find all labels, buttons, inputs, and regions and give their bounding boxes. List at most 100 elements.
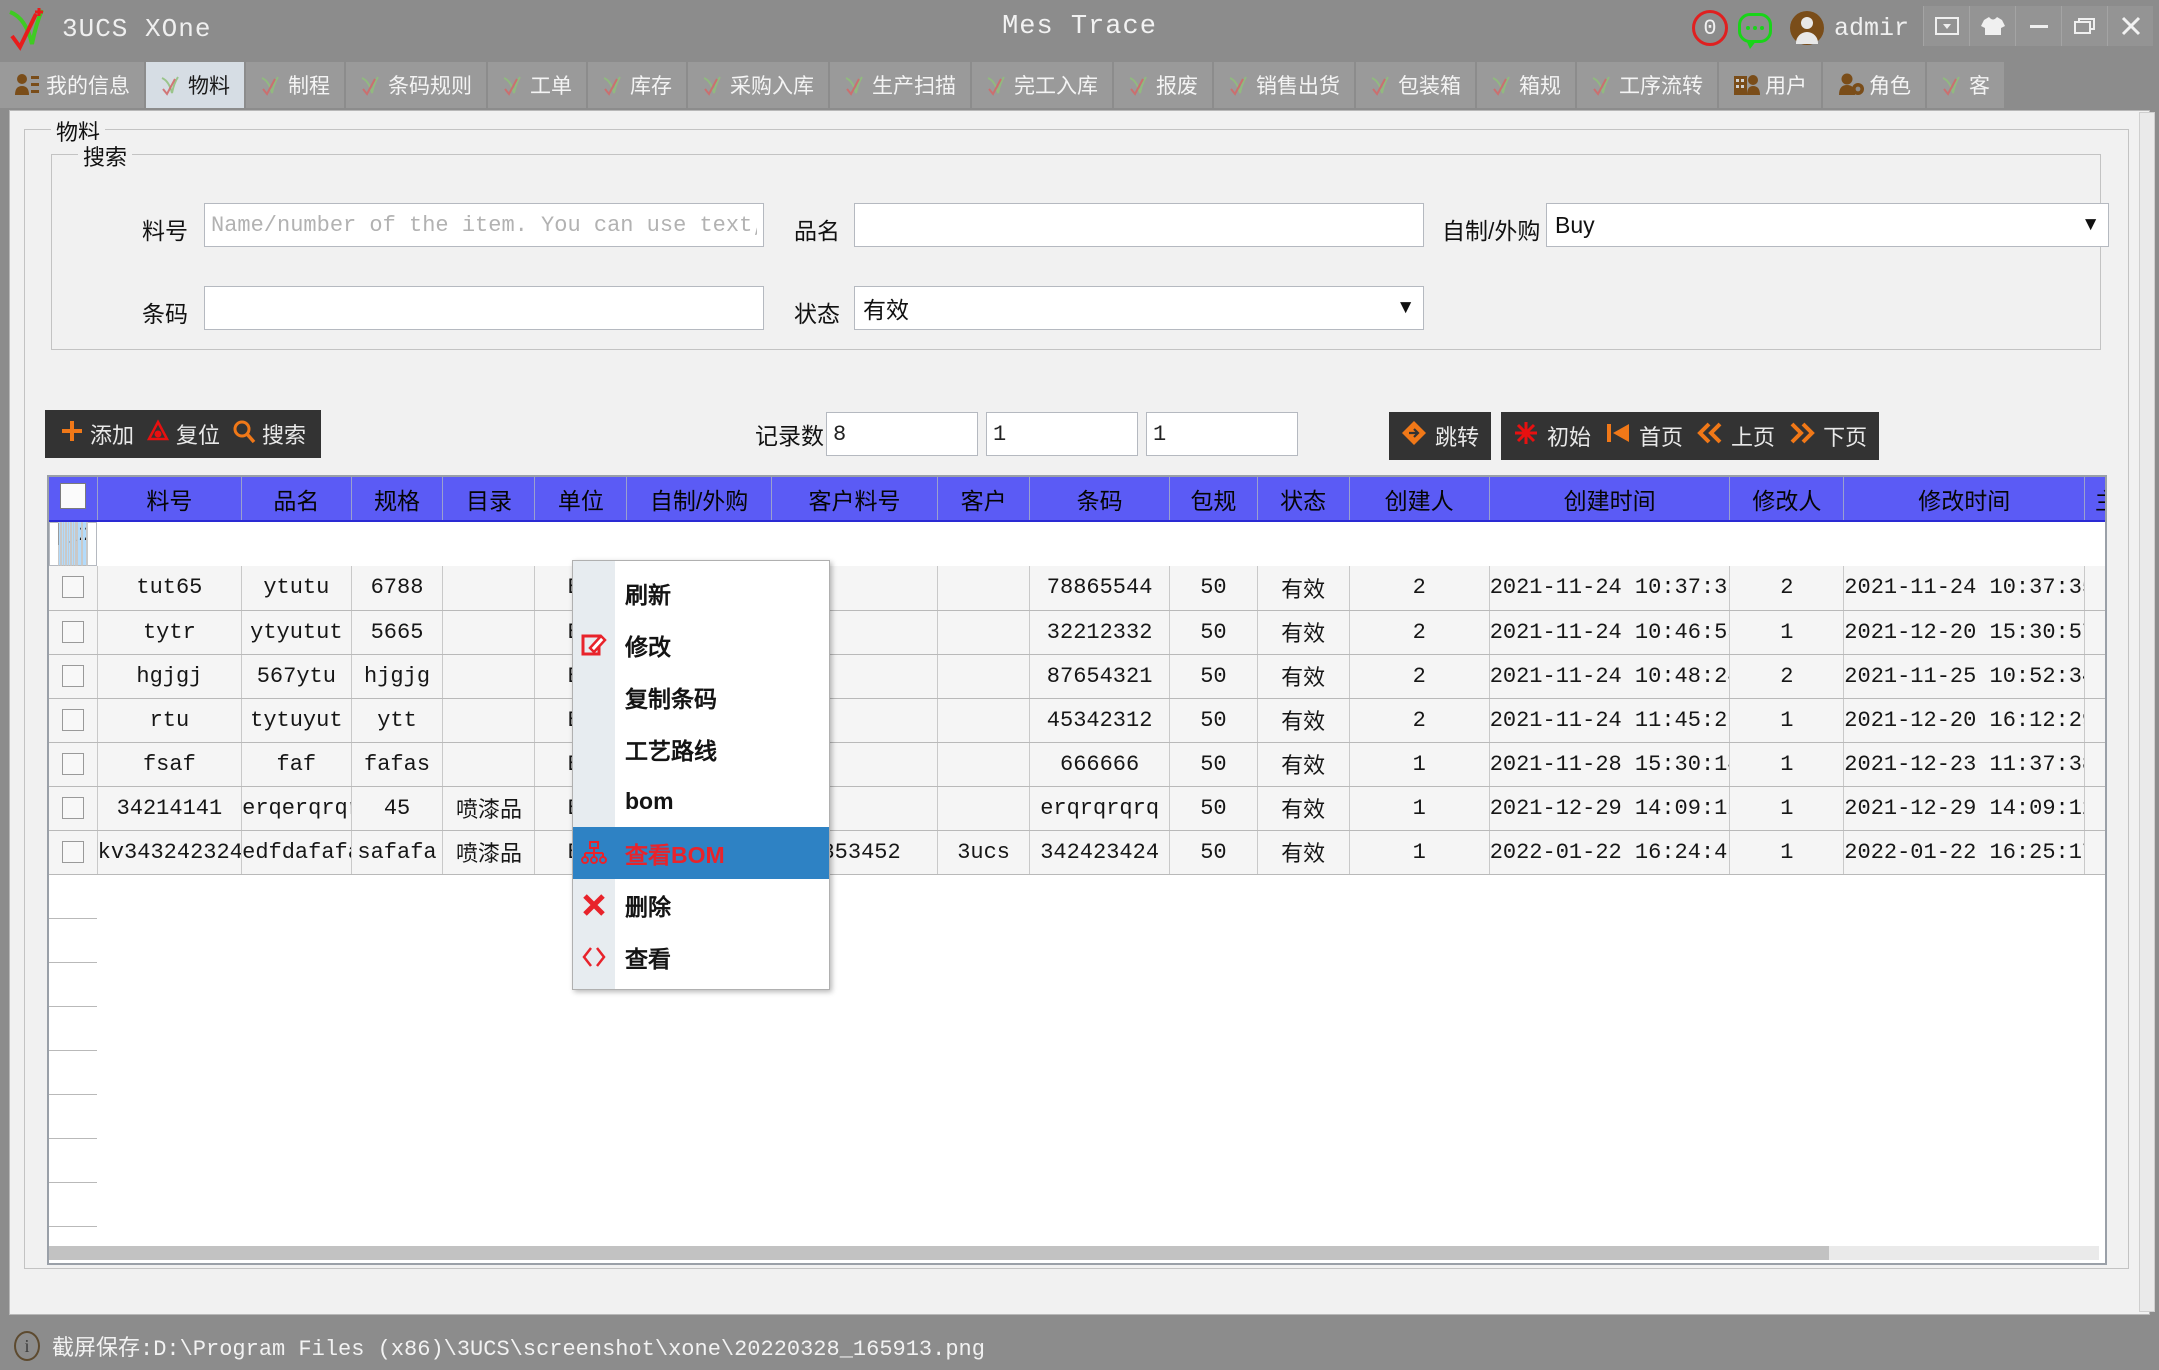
column-header-15[interactable]: 主 [2084, 477, 2105, 522]
cell-r2-c11[interactable]: 2 [1349, 610, 1490, 655]
cell-r6-c1[interactable]: erqerqrqr [241, 786, 352, 831]
item-name-input[interactable] [854, 203, 1424, 247]
cell-r4-c15[interactable] [2084, 698, 2105, 743]
cell-r5-c11[interactable]: 1 [1349, 742, 1490, 787]
column-header-10[interactable]: 状态 [1257, 477, 1350, 522]
cell-r1-c12[interactable]: 2021-11-24 10:37:35 [1489, 566, 1731, 611]
table-row[interactable]: tytrytyutut5665BT3221233250有效22021-11-24… [49, 610, 2105, 655]
cell-r3-c12[interactable]: 2021-11-24 10:48:24 [1489, 654, 1731, 699]
select-all-header[interactable] [49, 477, 98, 522]
cell-r1-c9[interactable]: 50 [1169, 566, 1258, 611]
cell-r3-c2[interactable]: hjgjg [351, 654, 444, 699]
close-button[interactable] [2107, 6, 2153, 46]
column-header-9[interactable]: 包规 [1169, 477, 1258, 522]
item-no-input[interactable] [204, 203, 764, 247]
table-row[interactable]: fsaffaffafasBT66666650有效12021-11-28 15:3… [49, 742, 2105, 787]
init-button[interactable]: 初始 [1513, 420, 1591, 452]
cell-r4-c14[interactable]: 2021-12-20 16:12:29 [1843, 698, 2086, 743]
cell-r5-c14[interactable]: 2021-12-23 11:37:38 [1843, 742, 2086, 787]
column-header-5[interactable]: 自制/外购 [626, 477, 772, 522]
nav-tab-5[interactable]: 库存 [588, 62, 688, 108]
cell-r6-c2[interactable]: 45 [351, 786, 444, 831]
page-size-input[interactable] [986, 412, 1138, 456]
cell-r3-c7[interactable] [937, 654, 1031, 699]
row-checkbox-cell[interactable] [49, 830, 98, 875]
cell-r2-c13[interactable]: 1 [1729, 610, 1845, 655]
cell-r4-c3[interactable] [442, 698, 536, 743]
cell-r2-c12[interactable]: 2021-11-24 10:46:55 [1489, 610, 1731, 655]
table-row[interactable]: jhhggjhgjhhh喷漆品BTMake客户料号3ucs3414141450有… [49, 522, 98, 566]
cell-r4-c12[interactable]: 2021-11-24 11:45:21 [1489, 698, 1731, 743]
cell-r1-c3[interactable] [442, 566, 536, 611]
restore-button[interactable] [2061, 6, 2107, 46]
cell-r0-c15[interactable] [87, 522, 89, 566]
menu-item-3[interactable]: 工艺路线 [573, 723, 829, 775]
row-checkbox[interactable] [61, 752, 84, 775]
row-checkbox-cell[interactable] [49, 654, 98, 699]
add-button[interactable]: 添加 [57, 418, 137, 450]
menu-item-7[interactable]: 查看 [573, 931, 829, 983]
cell-r4-c1[interactable]: tytuyut [241, 698, 352, 743]
next-page-button[interactable]: 下页 [1789, 420, 1867, 452]
cell-r4-c13[interactable]: 1 [1729, 698, 1845, 743]
cell-r6-c14[interactable]: 2021-12-29 14:09:12 [1843, 786, 2086, 831]
row-checkbox[interactable] [61, 796, 84, 819]
page-no-input[interactable] [1146, 412, 1298, 456]
cell-r4-c0[interactable]: rtu [97, 698, 243, 743]
jump-button[interactable]: 跳转 [1389, 412, 1492, 460]
cell-r2-c7[interactable] [937, 610, 1031, 655]
cell-r5-c8[interactable]: 666666 [1029, 742, 1171, 787]
menu-item-5[interactable]: 查看BOM [573, 827, 829, 879]
cell-r7-c2[interactable]: safafa [351, 830, 444, 875]
menu-item-2[interactable]: 复制条码 [573, 671, 829, 723]
row-checkbox[interactable] [61, 664, 84, 687]
cell-r4-c11[interactable]: 2 [1349, 698, 1490, 743]
cell-r2-c14[interactable]: 2021-12-20 15:30:57 [1843, 610, 2086, 655]
cell-r7-c13[interactable]: 1 [1729, 830, 1845, 875]
column-header-6[interactable]: 客户料号 [771, 477, 939, 522]
menu-item-6[interactable]: 删除 [573, 879, 829, 931]
cell-r3-c11[interactable]: 2 [1349, 654, 1490, 699]
chat-bubble-icon[interactable] [1737, 13, 1772, 49]
cell-r5-c3[interactable] [442, 742, 536, 787]
cell-r7-c12[interactable]: 2022-01-22 16:24:46 [1489, 830, 1731, 875]
cell-r4-c2[interactable]: ytt [351, 698, 444, 743]
cell-r3-c13[interactable]: 2 [1729, 654, 1845, 699]
cell-r3-c1[interactable]: 567ytu [241, 654, 352, 699]
minimize-button[interactable] [2015, 6, 2061, 46]
select-all-checkbox[interactable] [59, 482, 86, 509]
cell-r3-c3[interactable] [442, 654, 536, 699]
prev-page-button[interactable]: 上页 [1697, 420, 1775, 452]
row-checkbox-cell[interactable] [49, 742, 98, 787]
row-checkbox[interactable] [61, 620, 84, 643]
cell-r1-c2[interactable]: 6788 [351, 566, 444, 611]
table-row[interactable]: kv343242324edfdafafasafafa喷漆品BT63534523u… [49, 830, 2105, 875]
cell-r3-c0[interactable]: hgjgj [97, 654, 243, 699]
cell-r5-c9[interactable]: 50 [1169, 742, 1258, 787]
cell-r2-c15[interactable] [2084, 610, 2105, 655]
cell-r1-c0[interactable]: tut65 [97, 566, 243, 611]
cell-r6-c3[interactable]: 喷漆品 [442, 786, 536, 831]
column-header-12[interactable]: 创建时间 [1489, 477, 1731, 522]
cell-r3-c10[interactable]: 有效 [1257, 654, 1350, 699]
cell-r7-c1[interactable]: edfdafafa [241, 830, 352, 875]
row-checkbox[interactable] [61, 576, 84, 599]
cell-r3-c8[interactable]: 87654321 [1029, 654, 1171, 699]
cell-r2-c2[interactable]: 5665 [351, 610, 444, 655]
nav-tab-14[interactable]: 用户 [1719, 62, 1823, 108]
row-checkbox[interactable] [61, 708, 84, 731]
column-header-11[interactable]: 创建人 [1349, 477, 1490, 522]
cell-r4-c8[interactable]: 45342312 [1029, 698, 1171, 743]
cell-r5-c15[interactable] [2084, 742, 2105, 787]
table-row[interactable]: 34214141erqerqrqr45喷漆品BTerqrqrqrq50有效120… [49, 786, 2105, 831]
nav-tab-1[interactable]: 物料 [146, 62, 246, 108]
cell-r7-c7[interactable]: 3ucs [937, 830, 1031, 875]
skin-button[interactable] [1969, 6, 2015, 46]
notification-badge[interactable]: 0 [1691, 10, 1728, 46]
table-row[interactable]: tut65ytutu6788BT7886554450有效22021-11-24 … [49, 566, 2105, 611]
nav-tab-4[interactable]: 工单 [488, 62, 588, 108]
first-page-button[interactable]: 首页 [1605, 420, 1683, 452]
row-checkbox-cell[interactable] [49, 698, 98, 743]
cell-r4-c9[interactable]: 50 [1169, 698, 1258, 743]
row-checkbox-cell[interactable] [49, 786, 98, 831]
